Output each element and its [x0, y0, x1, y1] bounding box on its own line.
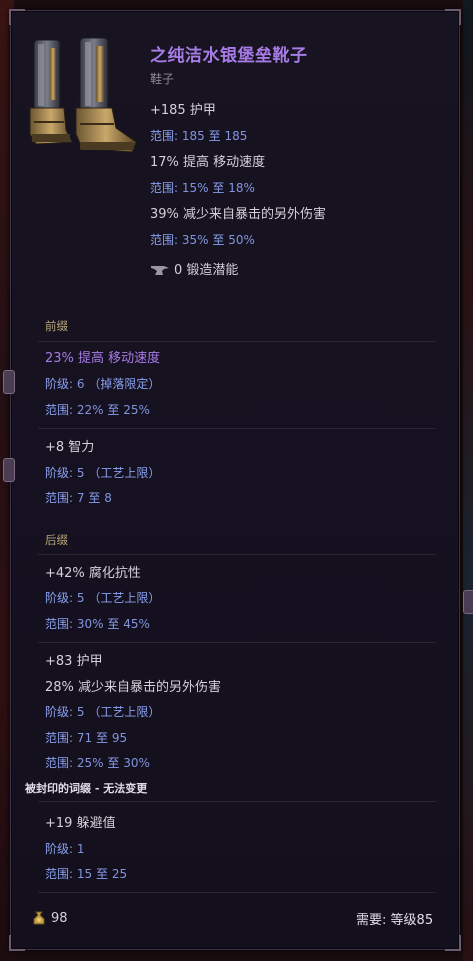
forge-potential: 0 锻造潜能: [174, 263, 239, 278]
divider: [38, 892, 436, 893]
implicit-range: 范围: 15% 至 18%: [150, 181, 255, 195]
sealed-tier: 阶级: 1: [45, 842, 85, 856]
implicit-stat: +185 护甲: [150, 103, 216, 118]
suffix-range: 范围: 25% 至 30%: [45, 756, 150, 770]
implicit-range: 范围: 35% 至 50%: [150, 233, 255, 247]
implicit-range: 范围: 185 至 185: [150, 129, 248, 143]
forge-anvil-icon: [151, 266, 169, 275]
sealed-header: 被封印的词缀 - 无法变更: [25, 782, 148, 795]
divider: [38, 642, 436, 643]
implicit-stat: 39% 减少来自暴击的另外伤害: [150, 207, 327, 222]
suffix-tier: 阶级: 5 （工艺上限）: [45, 705, 161, 719]
suffix-tier: 阶级: 5 （工艺上限）: [45, 591, 161, 605]
prefix-stat: +8 智力: [45, 440, 95, 455]
prefix-tier: 阶级: 5 （工艺上限）: [45, 466, 161, 480]
suffix-range: 范围: 30% 至 45%: [45, 617, 150, 631]
divider: [38, 341, 436, 342]
coin-bag-icon: [33, 911, 45, 925]
item-value: 98: [51, 911, 68, 926]
suffix-header: 后缀: [45, 533, 68, 547]
frame-corner: [445, 935, 461, 951]
prefix-range: 范围: 7 至 8: [45, 491, 112, 505]
suffix-stat: +42% 腐化抗性: [45, 566, 141, 581]
level-requirement: 需要: 等级85: [356, 913, 434, 928]
divider: [38, 554, 436, 555]
boots-icon: [29, 37, 137, 153]
suffix-stat: +83 护甲: [45, 654, 103, 669]
divider: [38, 428, 436, 429]
background-right-edge: [463, 0, 473, 961]
item-type: 鞋子: [150, 72, 175, 86]
suffix-range: 范围: 71 至 95: [45, 731, 128, 745]
item-name: 之纯洁水银堡垒靴子: [150, 46, 308, 66]
prefix-range: 范围: 22% 至 25%: [45, 403, 150, 417]
implicit-stat: 17% 提高 移动速度: [150, 155, 266, 170]
prefix-header: 前缀: [45, 319, 68, 333]
frame-ornament: [3, 370, 15, 394]
prefix-tier: 阶级: 6 （掉落限定）: [45, 377, 161, 391]
frame-corner: [445, 9, 461, 25]
frame-corner: [9, 9, 25, 25]
frame-ornament: [463, 590, 473, 614]
divider: [38, 801, 436, 802]
sealed-range: 范围: 15 至 25: [45, 867, 128, 881]
prefix-stat: 23% 提高 移动速度: [45, 351, 161, 366]
suffix-stat-secondary: 28% 减少来自暴击的另外伤害: [45, 680, 222, 695]
frame-ornament: [3, 458, 15, 482]
frame-corner: [9, 935, 25, 951]
sealed-stat: +19 躲避值: [45, 816, 116, 831]
